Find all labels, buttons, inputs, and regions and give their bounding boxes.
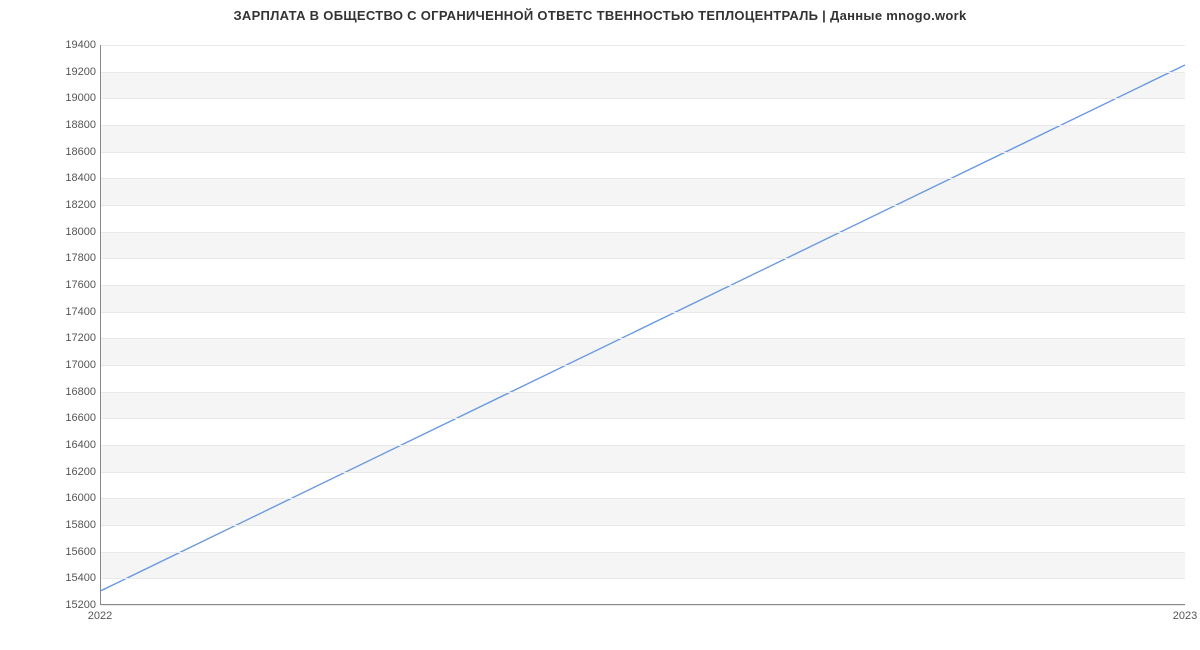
y-tick-label: 17800 xyxy=(6,252,96,264)
y-grid-line xyxy=(101,338,1185,339)
y-tick-label: 16000 xyxy=(6,492,96,504)
y-grid-line xyxy=(101,178,1185,179)
y-tick-label: 18800 xyxy=(6,119,96,131)
y-tick-label: 16400 xyxy=(6,439,96,451)
y-grid-line xyxy=(101,392,1185,393)
y-grid-line xyxy=(101,312,1185,313)
y-grid-line xyxy=(101,445,1185,446)
y-tick-label: 19400 xyxy=(6,39,96,51)
y-grid-line xyxy=(101,498,1185,499)
y-tick-label: 16800 xyxy=(6,386,96,398)
y-grid-line xyxy=(101,365,1185,366)
y-tick-label: 18000 xyxy=(6,226,96,238)
y-grid-line xyxy=(101,125,1185,126)
y-grid-line xyxy=(101,578,1185,579)
y-grid-line xyxy=(101,552,1185,553)
plot-area xyxy=(100,45,1185,605)
y-tick-label: 18200 xyxy=(6,199,96,211)
y-tick-label: 19000 xyxy=(6,92,96,104)
y-tick-label: 17200 xyxy=(6,332,96,344)
y-tick-label: 15200 xyxy=(6,599,96,611)
y-grid-line xyxy=(101,258,1185,259)
chart-line-svg xyxy=(101,45,1185,604)
y-grid-line xyxy=(101,472,1185,473)
y-grid-line xyxy=(101,605,1185,606)
y-grid-line xyxy=(101,232,1185,233)
y-tick-label: 17000 xyxy=(6,359,96,371)
salary-line-chart: ЗАРПЛАТА В ОБЩЕСТВО С ОГРАНИЧЕННОЙ ОТВЕТ… xyxy=(0,0,1200,650)
y-tick-label: 15400 xyxy=(6,572,96,584)
y-tick-label: 15600 xyxy=(6,546,96,558)
y-tick-label: 15800 xyxy=(6,519,96,531)
y-tick-label: 19200 xyxy=(6,66,96,78)
chart-title: ЗАРПЛАТА В ОБЩЕСТВО С ОГРАНИЧЕННОЙ ОТВЕТ… xyxy=(0,8,1200,23)
y-grid-line xyxy=(101,285,1185,286)
y-tick-label: 16600 xyxy=(6,412,96,424)
y-tick-label: 18600 xyxy=(6,146,96,158)
x-tick-label: 2023 xyxy=(1173,610,1197,622)
y-tick-label: 18400 xyxy=(6,172,96,184)
y-tick-label: 17600 xyxy=(6,279,96,291)
y-grid-line xyxy=(101,72,1185,73)
y-tick-label: 17400 xyxy=(6,306,96,318)
y-grid-line xyxy=(101,418,1185,419)
y-tick-label: 16200 xyxy=(6,466,96,478)
y-grid-line xyxy=(101,205,1185,206)
x-tick-label: 2022 xyxy=(88,610,112,622)
y-grid-line xyxy=(101,45,1185,46)
y-grid-line xyxy=(101,98,1185,99)
y-grid-line xyxy=(101,152,1185,153)
y-grid-line xyxy=(101,525,1185,526)
data-series-line xyxy=(101,65,1185,591)
